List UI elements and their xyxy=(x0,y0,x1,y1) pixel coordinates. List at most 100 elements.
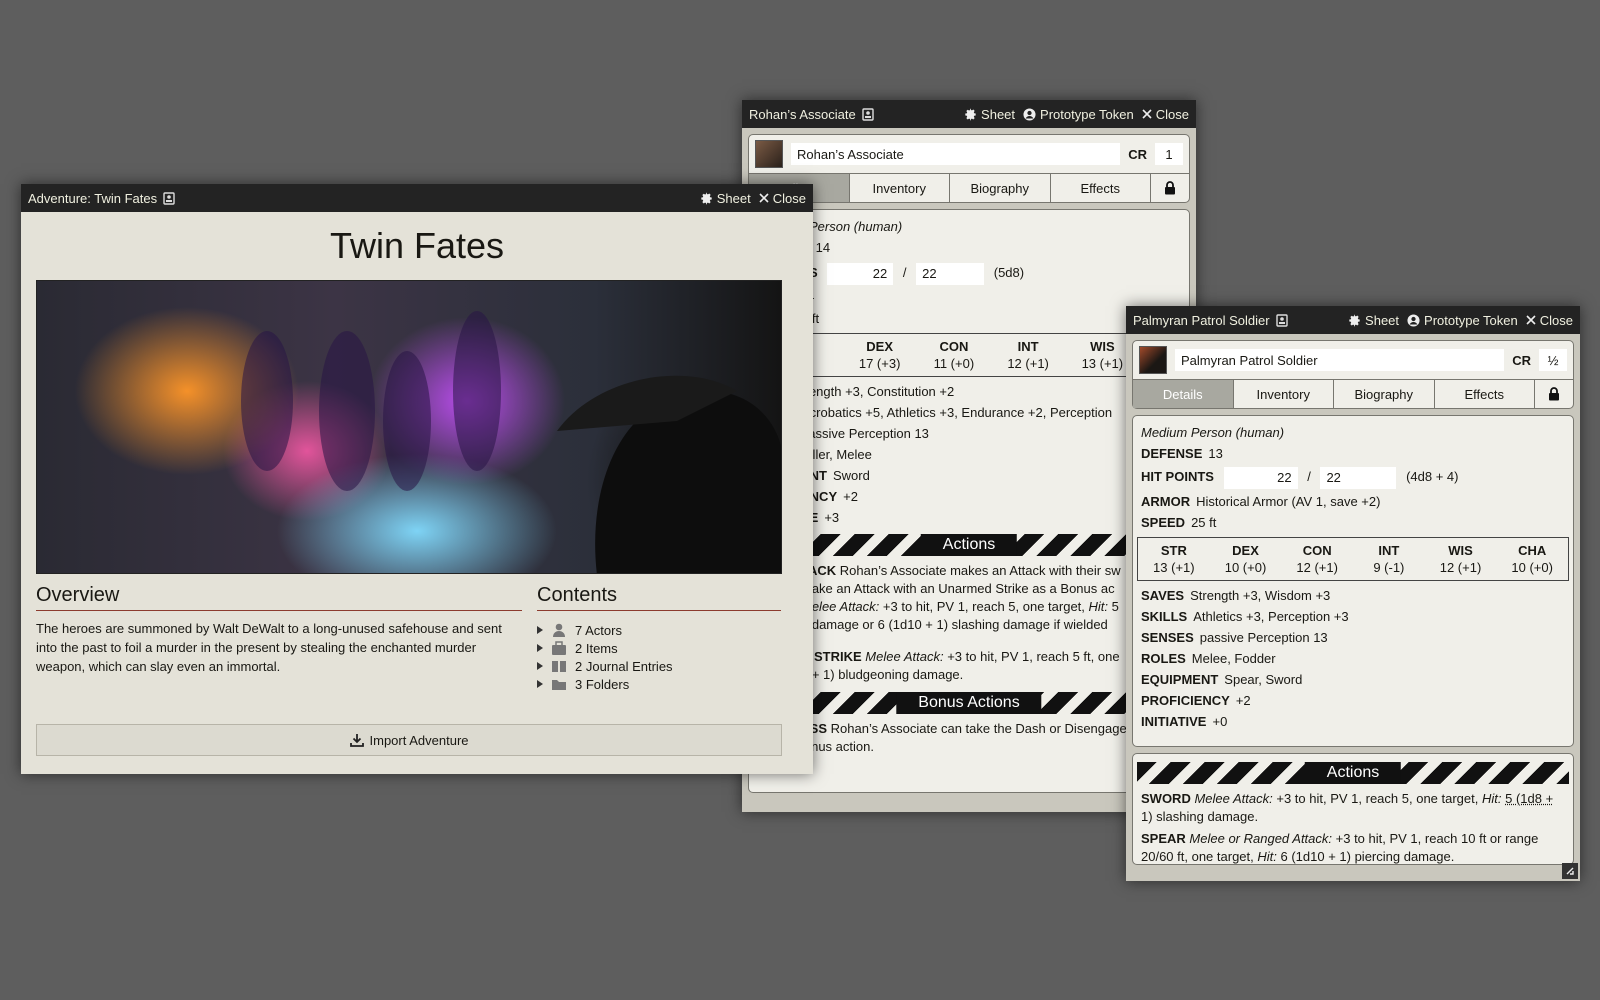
id-badge-icon[interactable] xyxy=(862,107,874,121)
resize-handle[interactable] xyxy=(1562,863,1578,879)
import-adventure-button[interactable]: Import Adventure xyxy=(36,724,782,756)
tab-biography[interactable]: Biography xyxy=(1334,380,1435,408)
close-button[interactable]: Close xyxy=(1142,107,1189,122)
skills-value: Acrobatics +5, Athletics +3, Endurance +… xyxy=(801,404,1113,420)
contents-item-actors[interactable]: 7 Actors xyxy=(537,621,781,639)
sheet-button[interactable]: Sheet xyxy=(964,107,1015,122)
skills-label: SKILLS xyxy=(1141,608,1188,624)
actions-banner: Actions xyxy=(1137,762,1569,784)
window-title: Palmyran Patrol Soldier xyxy=(1133,312,1270,328)
overview-title: Overview xyxy=(36,582,522,611)
equipment-value: Spear, Sword xyxy=(1224,671,1303,687)
armor-value: Historical Armor (AV 1, save +2) xyxy=(1196,493,1381,509)
avatar[interactable] xyxy=(755,140,783,168)
sheet-button[interactable]: Sheet xyxy=(700,191,751,206)
armor-label: ARMOR xyxy=(1141,493,1191,509)
tab-bar: Details Inventory Biography Effects xyxy=(1133,379,1573,408)
sheet-body: Palmyran Patrol Soldier CR ½ Details Inv… xyxy=(1126,334,1580,881)
ability-dex: DEX 10 (+0) xyxy=(1224,542,1267,575)
initiative-label: INITIATIVE xyxy=(1141,713,1207,729)
close-icon xyxy=(759,193,769,203)
name-field[interactable]: Rohan’s Associate xyxy=(791,143,1121,165)
prototype-token-button[interactable]: Prototype Token xyxy=(1023,107,1134,122)
adventure-heading: Twin Fates xyxy=(329,225,505,266)
figures-silhouette xyxy=(241,311,781,573)
proficiency-value: +2 xyxy=(1235,692,1251,708)
defense-value: 13 xyxy=(1208,446,1223,461)
action-sword: SWORD Melee Attack: +3 to hit, PV 1, rea… xyxy=(1141,791,1554,824)
initiative-value: +0 xyxy=(1212,713,1228,729)
contents-item-journal[interactable]: 2 Journal Entries xyxy=(537,657,781,675)
actions-banner: Actions xyxy=(753,533,1185,556)
cr-field[interactable]: 1 xyxy=(1155,143,1183,165)
tab-biography[interactable]: Biography xyxy=(950,174,1051,202)
details-panel: Medium Person (human) DEFENSE 13 HIT POIN… xyxy=(1132,415,1574,747)
caret-right-icon xyxy=(537,644,543,652)
contents-item-folders[interactable]: 3 Folders xyxy=(537,675,781,693)
contents-item-items[interactable]: 2 Items xyxy=(537,639,781,657)
ability-dex: DEX 17 (+3) xyxy=(858,338,901,371)
close-button[interactable]: Close xyxy=(1526,313,1573,328)
lock-toggle[interactable] xyxy=(1151,174,1189,202)
lock-toggle[interactable] xyxy=(1535,380,1573,408)
ability-con: CON 11 (+0) xyxy=(933,338,975,371)
caret-right-icon xyxy=(537,680,543,688)
tab-inventory[interactable]: Inventory xyxy=(1234,380,1334,408)
adventure-banner-image xyxy=(36,280,782,574)
hp-max-field[interactable]: 22 xyxy=(916,262,985,285)
briefcase-icon xyxy=(551,641,567,655)
ability-int: INT 9 (-1) xyxy=(1373,542,1405,575)
saves-value: trength +3, Constitution +2 xyxy=(801,383,955,399)
user-circle-icon xyxy=(1023,107,1036,121)
defense-value: 14 xyxy=(815,240,831,255)
download-icon xyxy=(349,733,364,747)
defense-label: DEFENSE xyxy=(1141,446,1203,461)
header-box: Rohan’s Associate CR 1 ils Inventory Bio… xyxy=(748,134,1190,203)
saves-value: Strength +3, Wisdom +3 xyxy=(1190,587,1331,603)
hp-dice: (5d8) xyxy=(993,265,1025,280)
id-badge-icon[interactable] xyxy=(1275,313,1288,327)
proficiency-value: +2 xyxy=(843,488,858,504)
lock-icon xyxy=(1548,387,1560,401)
tab-inventory[interactable]: Inventory xyxy=(850,174,950,202)
action-spear: SPEAR Melee or Ranged Attack: +3 to hit,… xyxy=(1141,831,1539,864)
contents-title: Contents xyxy=(537,582,781,611)
caret-right-icon xyxy=(537,662,543,670)
cr-field[interactable]: ½ xyxy=(1539,349,1567,371)
cr-label: CR xyxy=(1128,146,1147,162)
name-field[interactable]: Palmyran Patrol Soldier xyxy=(1175,349,1505,371)
ability-wis: WIS 12 (+1) xyxy=(1439,542,1482,575)
senses-label: SENSES xyxy=(1141,629,1194,645)
close-button[interactable]: Close xyxy=(759,191,806,206)
creature-type: Person (human) xyxy=(809,219,903,234)
equipment-value: Sword xyxy=(833,467,870,483)
hp-label: HIT POINTS xyxy=(1141,469,1214,484)
lock-icon xyxy=(1164,181,1176,195)
hp-current-field[interactable]: 22 xyxy=(1223,466,1298,489)
window-header: Rohan’s Associate Sheet Prototype Token … xyxy=(742,100,1196,128)
creature-type: Medium Person (human) xyxy=(1141,425,1285,440)
avatar[interactable] xyxy=(1139,346,1167,374)
hp-max-field[interactable]: 22 xyxy=(1320,466,1397,489)
hp-current-field[interactable]: 22 xyxy=(827,262,894,285)
folder-icon xyxy=(551,677,567,691)
close-icon xyxy=(1526,315,1536,325)
id-badge-icon[interactable] xyxy=(163,191,175,205)
prototype-token-button[interactable]: Prototype Token xyxy=(1407,313,1518,328)
sheet-button[interactable]: Sheet xyxy=(1348,313,1399,328)
close-icon xyxy=(1142,109,1152,119)
roles-value: Killer, Melee xyxy=(801,446,872,462)
caret-right-icon xyxy=(537,626,543,634)
gear-icon xyxy=(700,192,713,205)
contents-section: Contents 7 Actors 2 Items 2 Journal Entr… xyxy=(537,582,781,693)
actions-panel: Actions SWORD Melee Attack: +3 to hit, P… xyxy=(1132,753,1574,865)
window-header: Palmyran Patrol Soldier Sheet Prototype … xyxy=(1126,306,1580,334)
details-panel: Person (human) E14 TS 22 / 22 (5d8) — 0 … xyxy=(748,209,1190,793)
tab-details[interactable]: Details xyxy=(1133,380,1234,408)
bonus-action: ESS Rohan’s Associate can take the Dash … xyxy=(767,720,1127,754)
tab-effects[interactable]: Effects xyxy=(1051,174,1151,202)
tab-effects[interactable]: Effects xyxy=(1435,380,1535,408)
book-icon xyxy=(551,659,567,673)
user-circle-icon xyxy=(1407,313,1420,327)
cr-label: CR xyxy=(1512,352,1531,368)
